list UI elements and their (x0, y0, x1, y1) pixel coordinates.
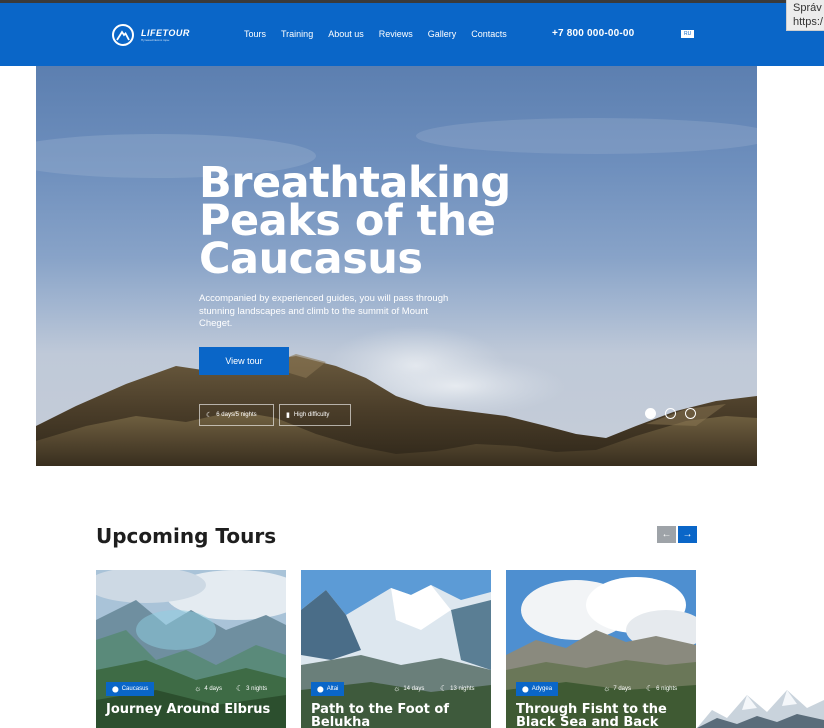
tooltip-line-2: https:/ (793, 16, 823, 28)
logo-name: LIFETOUR (141, 28, 190, 38)
difficulty-text: High difficulty (293, 412, 330, 418)
moon-icon: ☾ (440, 684, 448, 693)
moon-icon: ☾ (236, 684, 244, 693)
sun-icon: ☼ (194, 684, 202, 693)
nav-tours[interactable]: Tours (244, 29, 266, 39)
tour-card[interactable]: ⬤ Adygea ☼ 7 days ☾ 6 nights Through Fis… (506, 570, 696, 728)
prev-arrow-button[interactable]: ← (657, 526, 676, 543)
region-tag[interactable]: ⬤ Adygea (516, 682, 559, 696)
view-tour-button[interactable]: View tour (199, 347, 289, 375)
moon-icon: ☾ (646, 684, 654, 693)
tour-title[interactable]: Journey Around Elbrus (106, 703, 281, 716)
nights-text: 3 nights (246, 685, 268, 692)
location-pin-icon: ⬤ (522, 686, 529, 693)
region-name: Caucasus (121, 686, 149, 692)
slider-dot-1[interactable] (645, 408, 656, 419)
difficulty-badge: ▮ High difficulty (279, 404, 351, 426)
bar-chart-icon: ▮ (286, 412, 290, 419)
nights-info: ☾ 3 nights (236, 684, 267, 693)
location-pin-icon: ⬤ (317, 686, 324, 693)
logo[interactable]: LIFETOUR Путешествия в горы (112, 24, 190, 46)
duration-badge: ☾ 6 days/5 nights (199, 404, 274, 426)
decorative-snow-peak-image (697, 680, 824, 728)
tour-card[interactable]: ⬤ Caucasus ☼ 4 days ☾ 3 nights Journey A… (96, 570, 286, 728)
days-info: ☼ 7 days (603, 684, 631, 693)
tour-card[interactable]: ⬤ Altai ☼ 14 days ☾ 13 nights Path to th… (301, 570, 491, 728)
sun-icon: ☼ (393, 684, 401, 693)
nav-about-us[interactable]: About us (328, 29, 364, 39)
region-tag[interactable]: ⬤ Altai (311, 682, 345, 696)
mountain-logo-icon (112, 24, 134, 46)
hero-description: Accompanied by experienced guides, you w… (199, 293, 449, 329)
slider-dots (645, 408, 705, 419)
language-switch[interactable]: RU (681, 30, 695, 38)
nights-info: ☾ 13 nights (440, 684, 475, 693)
nav-reviews[interactable]: Reviews (379, 29, 413, 39)
nights-text: 6 nights (656, 685, 678, 692)
region-name: Altai (326, 686, 339, 692)
region-name: Adygea (531, 686, 553, 692)
days-text: 4 days (204, 685, 223, 692)
section-title: Upcoming Tours (96, 524, 277, 548)
days-info: ☼ 14 days (393, 684, 424, 693)
main-nav: Tours Training About us Reviews Gallery … (244, 29, 522, 39)
slider-dot-3[interactable] (685, 408, 696, 419)
sun-icon: ☼ (603, 684, 611, 693)
days-info: ☼ 4 days (194, 684, 222, 693)
days-text: 7 days (613, 685, 632, 692)
slider-dot-2[interactable] (665, 408, 676, 419)
moon-icon: ☾ (206, 412, 213, 419)
tour-title[interactable]: Through Fisht to the Black Sea and Back (516, 703, 691, 728)
nights-text: 13 nights (450, 685, 475, 692)
hero-slider: Breathtaking Peaks of the Caucasus Accom… (36, 66, 757, 466)
duration-text: 6 days/5 nights (216, 412, 257, 418)
days-text: 14 days (403, 685, 425, 692)
nights-info: ☾ 6 nights (646, 684, 677, 693)
location-pin-icon: ⬤ (112, 686, 119, 693)
nav-gallery[interactable]: Gallery (428, 29, 457, 39)
nav-training[interactable]: Training (281, 29, 313, 39)
phone-number[interactable]: +7 800 000-00-00 (552, 28, 634, 39)
hero-title: Breathtaking Peaks of the Caucasus (199, 158, 511, 284)
logo-tagline: Путешествия в горы (141, 38, 170, 42)
nav-contacts[interactable]: Contacts (471, 29, 507, 39)
tour-title[interactable]: Path to the Foot of Belukha (311, 703, 486, 728)
tooltip-line-1: Správ (793, 2, 822, 14)
browser-tooltip: Správ https:/ (786, 0, 824, 31)
region-tag[interactable]: ⬤ Caucasus (106, 682, 155, 696)
site-header: LIFETOUR Путешествия в горы Tours Traini… (0, 3, 824, 66)
next-arrow-button[interactable]: → (678, 526, 697, 543)
